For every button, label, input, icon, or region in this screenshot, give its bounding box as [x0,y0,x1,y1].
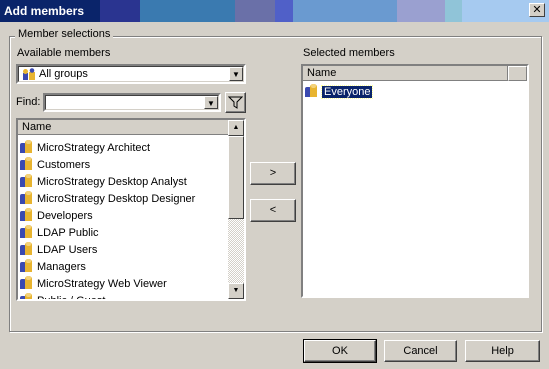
user-group-icon [20,191,33,204]
remove-member-button[interactable]: < [250,199,296,222]
list-item-label: MicroStrategy Desktop Analyst [37,176,187,188]
close-button[interactable]: ✕ [529,3,545,17]
find-label: Find: [16,96,41,108]
selected-members-label: Selected members [303,47,395,59]
ok-button[interactable]: OK [303,339,377,363]
title-bar: Add members ✕ [0,0,549,22]
list-item[interactable]: LDAP Public [20,225,99,241]
user-group-icon [20,259,33,272]
window-title: Add members [4,4,85,18]
available-list-scrollbar[interactable]: ▲ ▼ [228,120,244,299]
find-input[interactable]: ▼ [43,93,221,112]
help-button[interactable]: Help [465,340,540,362]
list-item-label: MicroStrategy Web Viewer [37,278,167,290]
user-group-icon [20,174,33,187]
user-group-icon [20,293,33,299]
close-icon: ✕ [532,4,542,16]
add-member-button[interactable]: > [250,162,296,185]
list-item-label: Managers [37,261,86,273]
list-item[interactable]: Customers [20,157,90,173]
scroll-thumb[interactable] [228,136,244,219]
arrow-down-icon: ▼ [232,287,240,294]
groups-combo[interactable]: All groups ▼ [16,64,246,84]
list-item[interactable]: Everyone [305,84,374,100]
chevron-down-icon: ▼ [207,99,215,108]
list-item[interactable]: MicroStrategy Desktop Analyst [20,174,187,190]
arrow-up-icon: ▲ [232,124,240,131]
groups-icon [22,68,36,81]
selected-name-column-header[interactable]: Name [303,66,508,81]
available-members-label: Available members [17,47,111,59]
list-item-label: MicroStrategy Architect [37,142,151,154]
funnel-icon [227,96,244,109]
list-item[interactable]: Managers [20,259,86,275]
list-item[interactable]: MicroStrategy Architect [20,140,150,156]
groups-combo-dropdown-button[interactable]: ▼ [229,67,243,81]
chevron-down-icon: ▼ [232,70,240,79]
list-item-label: Customers [37,159,91,171]
available-name-column-header[interactable]: Name [18,120,230,135]
list-item[interactable]: MicroStrategy Web Viewer [20,276,167,292]
list-item-label: Everyone [320,85,374,99]
list-item[interactable]: Public / Guest [20,293,106,301]
list-item-label: LDAP Users [37,244,98,256]
cancel-button[interactable]: Cancel [384,340,457,362]
scroll-down-button[interactable]: ▼ [228,283,244,299]
list-item[interactable]: Developers [20,208,93,224]
find-dropdown-button[interactable]: ▼ [204,96,218,109]
user-group-icon [20,140,33,153]
list-item[interactable]: LDAP Users [20,242,97,258]
list-item-label: MicroStrategy Desktop Designer [37,193,196,205]
user-group-icon [20,225,33,238]
filter-button[interactable] [225,92,246,113]
user-group-icon [20,276,33,289]
list-item-label: Public / Guest [37,295,106,301]
user-group-icon [20,208,33,221]
scroll-up-button[interactable]: ▲ [228,120,244,136]
selected-members-list[interactable]: Name Everyone [301,64,529,298]
group-label: Member selections [15,28,114,40]
groups-combo-value: All groups [39,68,88,80]
list-item-label: LDAP Public [37,227,99,239]
user-group-icon [20,242,33,255]
user-group-icon [20,157,33,170]
selected-extra-column-header [508,66,527,81]
user-group-icon [305,84,318,97]
list-item-label: Developers [37,210,93,222]
available-members-list[interactable]: Name MicroStrategy Architect Customers Mic… [16,118,246,301]
list-item[interactable]: MicroStrategy Desktop Designer [20,191,195,207]
